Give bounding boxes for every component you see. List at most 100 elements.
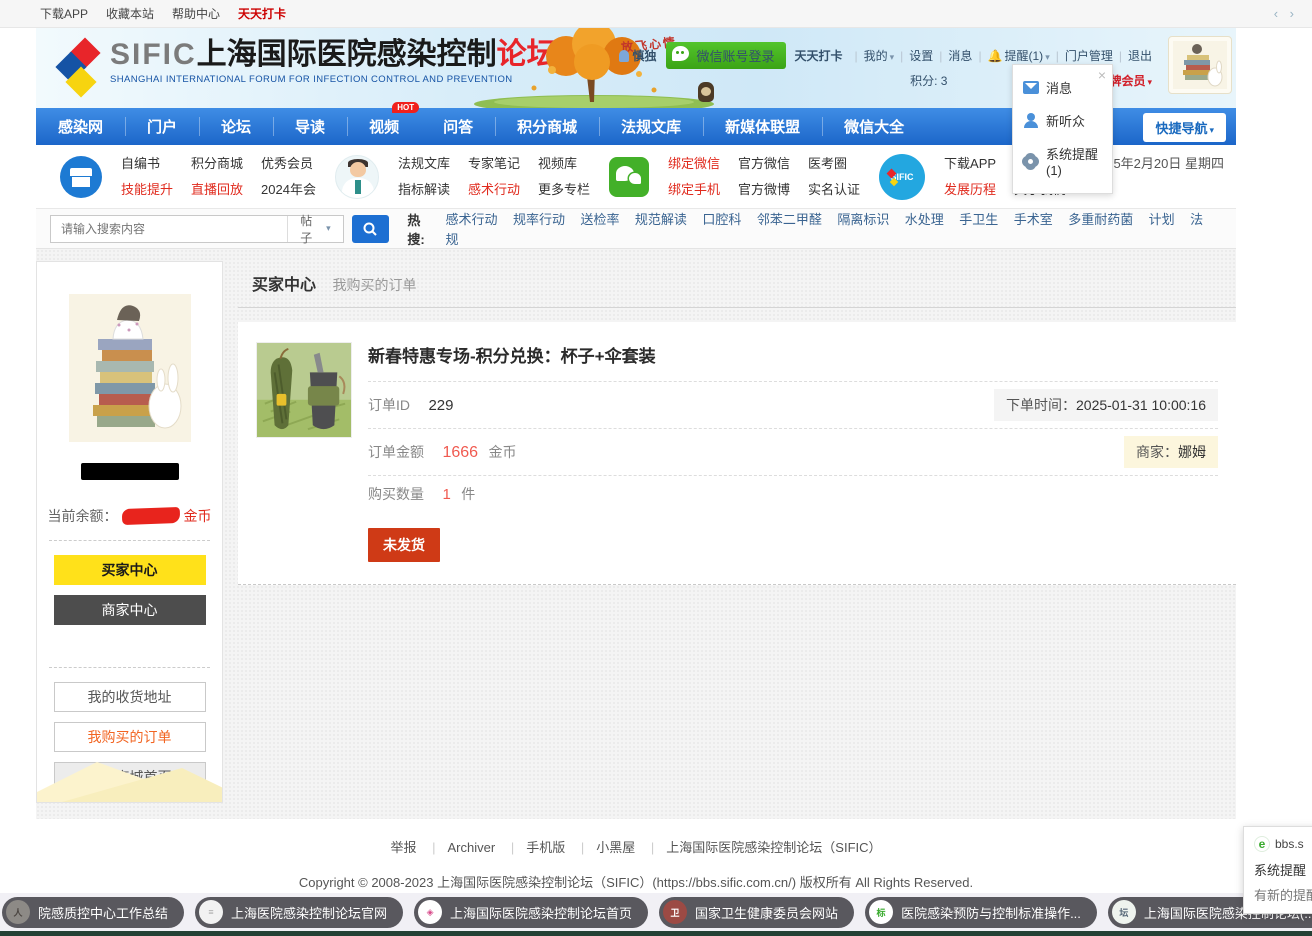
subnav-2024-annual[interactable]: 2024年会 (261, 177, 316, 202)
remind-link[interactable]: 提醒(1)▾ (1005, 47, 1050, 64)
buyer-center-button[interactable]: 买家中心 (54, 555, 206, 585)
close-icon[interactable]: × (1098, 67, 1106, 83)
bell-icon: 🔔 (988, 49, 1003, 63)
hot-term[interactable]: 送检率 (580, 212, 619, 227)
hot-term[interactable]: 计划 (1149, 212, 1175, 227)
store-icon[interactable] (60, 156, 102, 198)
subnav-official-wechat[interactable]: 官方微信 (738, 151, 790, 176)
user-avatar[interactable] (1168, 36, 1232, 94)
nav-portal[interactable]: 门户 (125, 108, 199, 145)
nav-regulations[interactable]: 法规文库 (599, 108, 703, 145)
search-category-select[interactable]: 帖子▾ (287, 216, 342, 242)
taskbar-window-3[interactable]: ◈ 上海国际医院感染控制论坛首页 (414, 897, 648, 928)
my-orders-button[interactable]: 我购买的订单 (54, 722, 206, 752)
hot-term[interactable]: 水处理 (905, 212, 944, 227)
subnav-ganshu-action[interactable]: 感术行动 (468, 177, 520, 202)
hot-term[interactable]: 规率行动 (513, 212, 565, 227)
sidebar-avatar[interactable] (69, 429, 191, 446)
download-app-link[interactable]: 下载APP (40, 5, 88, 22)
footer-sific-link[interactable]: 上海国际医院感染控制论坛（SIFIC） (639, 840, 882, 855)
subnav-official-weibo[interactable]: 官方微博 (738, 177, 790, 202)
subnav-indicator[interactable]: 指标解读 (398, 177, 450, 202)
dropdown-item-new-followers[interactable]: 新听众 (1013, 104, 1112, 137)
nav-forum[interactable]: 论坛 (199, 108, 273, 145)
quick-nav-button[interactable]: 快捷导航▾ (1143, 113, 1226, 142)
taskbar-window-2[interactable]: ≡ 上海医院感染控制论坛官网 (195, 897, 403, 928)
hot-term[interactable]: 邻苯二甲醛 (757, 212, 822, 227)
nav-media-alliance[interactable]: 新媒体联盟 (703, 108, 822, 145)
system-notification-toast[interactable]: e bbs.s 系统提醒 有新的提醒 (1243, 826, 1312, 914)
search-button[interactable] (352, 215, 390, 243)
subnav-history[interactable]: 发展历程 (944, 177, 996, 202)
search-input[interactable] (51, 222, 287, 236)
hot-term[interactable]: 隔离标识 (837, 212, 889, 227)
order-card: 新春特惠专场-积分兑换：杯子+伞套装 订单ID 229 下单时间：2025-01… (238, 322, 1236, 585)
taskbar-window-4[interactable]: 卫 国家卫生健康委员会网站 (659, 897, 854, 928)
portal-admin-link[interactable]: 门户管理 (1065, 47, 1113, 64)
footer-mobile-link[interactable]: 手机版 (499, 840, 565, 855)
logout-link[interactable]: 退出 (1128, 47, 1152, 64)
my-menu-link[interactable]: 我的▾ (864, 47, 895, 64)
nav-qa[interactable]: 问答 (421, 108, 495, 145)
username-link[interactable]: 慎独 (632, 47, 656, 64)
nav-video[interactable]: 视频 (347, 108, 421, 145)
order-qty-row: 购买数量 1 件 (368, 475, 1218, 512)
nav-points-mall[interactable]: 积分商城 (495, 108, 599, 145)
product-image[interactable] (256, 342, 352, 438)
sific-circle-icon[interactable]: SIFIC (879, 154, 925, 200)
hot-term[interactable]: 多重耐药菌 (1068, 212, 1133, 227)
settings-link[interactable]: 设置 (909, 47, 933, 64)
daily-checkin-link[interactable]: 天天打卡 (238, 5, 286, 22)
hot-term[interactable]: 感术行动 (446, 212, 498, 227)
messages-link[interactable]: 消息 (948, 47, 972, 64)
order-amount-unit: 金币 (489, 444, 517, 460)
subnav-real-name[interactable]: 实名认证 (808, 177, 860, 202)
shipping-address-button[interactable]: 我的收货地址 (54, 682, 206, 712)
subnav-bind-wechat[interactable]: 绑定微信 (668, 151, 720, 176)
subnav-download-app[interactable]: 下载APP (944, 151, 996, 176)
footer-report-link[interactable]: 举报 (390, 840, 416, 855)
daily-checkin-top-link[interactable]: 天天打卡 (794, 47, 842, 64)
subnav-skill[interactable]: 技能提升 (121, 177, 173, 202)
hot-term[interactable]: 手术室 (1014, 212, 1053, 227)
gear-icon (1023, 154, 1039, 169)
window-favicon: ≡ (199, 900, 223, 924)
subnav-replay[interactable]: 直播回放 (191, 177, 243, 202)
wechat-login-button[interactable]: 微信账号登录 (666, 42, 786, 69)
browser-icon: e (1254, 836, 1270, 852)
nav-guide[interactable]: 导读 (273, 108, 347, 145)
dropdown-item-system-remind[interactable]: 系统提醒(1) (1013, 137, 1112, 185)
seller-center-button[interactable]: 商家中心 (54, 595, 206, 625)
order-seller-label: 商家： (1136, 444, 1178, 460)
subnav-bind-phone[interactable]: 绑定手机 (668, 177, 720, 202)
order-product-title[interactable]: 新春特惠专场-积分兑换：杯子+伞套装 (368, 338, 656, 381)
window-favicon: ◈ (418, 900, 442, 924)
hot-term[interactable]: 手卫生 (959, 212, 998, 227)
hot-search-terms: 感术行动 规率行动 送检率 规范解读 口腔科 邻苯二甲醛 隔离标识 水处理 手卫… (446, 209, 1223, 249)
hot-term[interactable]: 规范解读 (635, 212, 687, 227)
subnav-expert-notes[interactable]: 专家笔记 (468, 151, 520, 176)
hot-term[interactable]: 口腔科 (702, 212, 741, 227)
bookmark-site-link[interactable]: 收藏本站 (106, 5, 154, 22)
subnav-video-lib[interactable]: 视频库 (538, 151, 590, 176)
top-utility-bar: 下载APP 收藏本站 帮助中心 天天打卡 ‹ › (0, 0, 1312, 28)
doctor-icon[interactable] (335, 155, 379, 199)
order-seller-value: 娜姆 (1178, 444, 1206, 460)
nav-infection-net[interactable]: 感染网 (36, 108, 125, 145)
subnav-points-mall[interactable]: 积分商城 (191, 151, 243, 176)
subnav-medical-exam[interactable]: 医考圈 (808, 151, 860, 176)
window-favicon: 卫 (663, 900, 687, 924)
subnav-excellent-member[interactable]: 优秀会员 (261, 151, 316, 176)
carousel-arrows-icon[interactable]: ‹ › (1274, 6, 1298, 21)
footer-blackroom-link[interactable]: 小黑屋 (569, 840, 635, 855)
subnav-regulations[interactable]: 法规文库 (398, 151, 450, 176)
footer-archiver-link[interactable]: Archiver (420, 840, 495, 855)
subnav-selfbook[interactable]: 自编书 (121, 151, 173, 176)
taskbar-window-5[interactable]: 标 医院感染预防与控制标准操作... (865, 897, 1097, 928)
wechat-bind-icon[interactable] (609, 157, 649, 197)
taskbar-window-1[interactable]: 人 院感质控中心工作总结 (2, 897, 184, 928)
nav-wechat-collection[interactable]: 微信大全 (822, 108, 926, 145)
help-center-link[interactable]: 帮助中心 (172, 5, 220, 22)
subnav-more-columns[interactable]: 更多专栏 (538, 177, 590, 202)
user-status-icon (619, 50, 629, 62)
